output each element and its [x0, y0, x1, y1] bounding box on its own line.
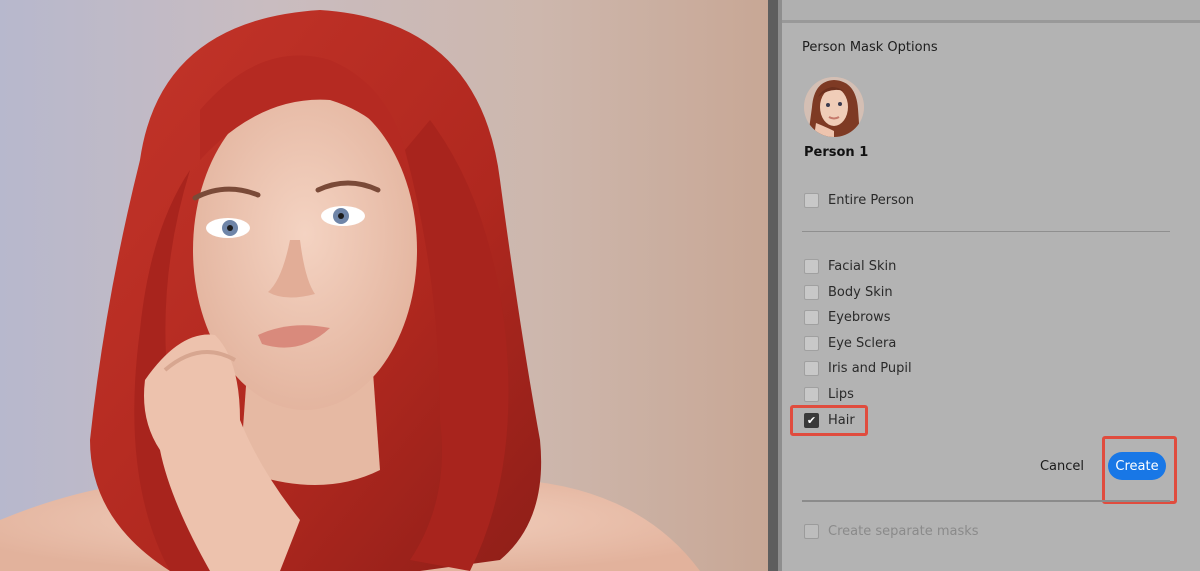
panel-top-bar	[782, 0, 1200, 23]
body-skin-option[interactable]: Body Skin	[804, 282, 893, 302]
entire-person-option[interactable]: Entire Person	[804, 190, 914, 210]
cancel-button[interactable]: Cancel	[1032, 453, 1092, 479]
eyebrows-option[interactable]: Eyebrows	[804, 307, 891, 327]
lips-label: Lips	[828, 386, 854, 402]
entire-person-label: Entire Person	[828, 192, 915, 208]
facial-skin-option[interactable]: Facial Skin	[804, 256, 896, 276]
panel-title: Person Mask Options	[802, 40, 938, 55]
eye-sclera-option[interactable]: Eye Sclera	[804, 333, 896, 353]
portrait-image	[0, 10, 700, 571]
eye-sclera-checkbox[interactable]	[804, 335, 819, 351]
body-skin-checkbox[interactable]	[804, 284, 819, 300]
footer-divider	[802, 500, 1170, 502]
photo-canvas[interactable]	[0, 0, 768, 571]
hair-highlight-annotation	[790, 405, 868, 436]
facial-skin-checkbox[interactable]	[804, 258, 819, 274]
person-thumbnail	[804, 77, 864, 137]
person-mask-options-panel: Person Mask Options Person 1 Entire Pers…	[782, 0, 1200, 571]
iris-and-pupil-option[interactable]: Iris and Pupil	[804, 358, 912, 378]
create-separate-masks-label: Create separate masks	[828, 523, 979, 539]
iris-and-pupil-checkbox[interactable]	[804, 360, 819, 376]
person-name: Person 1	[804, 145, 869, 160]
eyebrows-checkbox[interactable]	[804, 309, 819, 325]
facial-skin-label: Facial Skin	[828, 258, 897, 274]
lips-checkbox[interactable]	[804, 386, 819, 402]
create-highlight-annotation	[1102, 436, 1177, 504]
section-divider	[802, 231, 1170, 232]
lips-option[interactable]: Lips	[804, 384, 854, 404]
create-separate-masks-checkbox[interactable]	[804, 523, 819, 539]
body-skin-label: Body Skin	[828, 284, 893, 300]
eyebrows-label: Eyebrows	[828, 309, 891, 325]
person-avatar[interactable]	[804, 77, 864, 137]
entire-person-checkbox[interactable]	[804, 192, 819, 208]
eye-sclera-label: Eye Sclera	[828, 335, 897, 351]
iris-and-pupil-label: Iris and Pupil	[828, 360, 912, 376]
create-separate-masks-option[interactable]: Create separate masks	[804, 521, 979, 541]
